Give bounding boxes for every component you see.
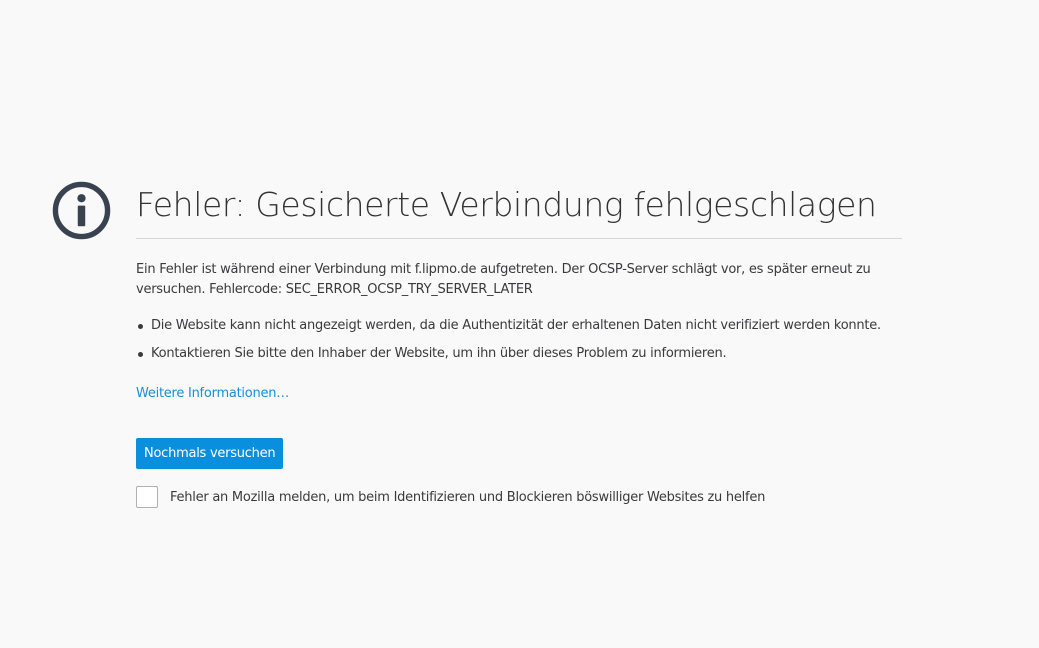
report-row: Fehler an Mozilla melden, um beim Identi… [136,486,902,508]
advice-list: Die Website kann nicht angezeigt werden,… [136,316,902,364]
page-title: Fehler: Gesicherte Verbindung fehlgeschl… [136,185,877,224]
list-item: Kontaktieren Sie bitte den Inhaber der W… [136,344,902,364]
report-checkbox-label[interactable]: Fehler an Mozilla melden, um beim Identi… [170,490,765,505]
error-content: Fehler: Gesicherte Verbindung fehlgeschl… [136,180,902,508]
error-description: Ein Fehler ist während einer Verbindung … [136,262,871,297]
report-checkbox[interactable] [136,486,158,508]
list-item: Die Website kann nicht angezeigt werden,… [136,316,902,336]
error-page: Fehler: Gesicherte Verbindung fehlgeschl… [0,0,1039,648]
info-icon [52,181,111,240]
learn-more-link[interactable]: Weitere Informationen… [136,384,289,404]
title-divider [136,238,902,239]
try-again-button[interactable]: Nochmals versuchen [136,438,284,469]
